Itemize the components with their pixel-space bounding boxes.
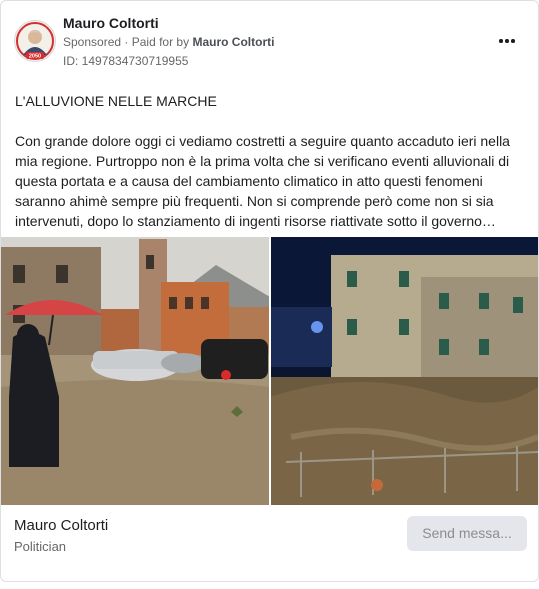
payer-name[interactable]: Mauro Coltorti [192, 35, 274, 49]
post-line: saranno ahimè sempre più frequenti. Non … [15, 193, 494, 209]
meta-separator: · [124, 35, 132, 49]
avatar-image: 2050 [15, 21, 55, 61]
flood-photo-left [1, 237, 270, 505]
sponsored-meta: Sponsored · Paid for by Mauro Coltorti [63, 35, 274, 49]
more-options-button[interactable] [491, 27, 523, 55]
ad-id: ID: 1497834730719955 [63, 54, 189, 68]
post-headline: L'ALLUVIONE NELLE MARCHE [15, 93, 217, 109]
post-media[interactable] [1, 237, 538, 505]
more-options-icon [498, 39, 516, 43]
footer-page-category: Politician [14, 539, 67, 554]
advertiser-name[interactable]: Mauro Coltorti [63, 15, 159, 31]
advertiser-avatar[interactable]: 2050 [14, 20, 56, 62]
paid-for-label: Paid for by [131, 35, 190, 49]
sponsored-label: Sponsored [63, 35, 122, 49]
post-line: Con grande dolore oggi ci vediamo costre… [15, 133, 510, 149]
post-line: questa portata e a causa del cambiamento… [15, 173, 483, 189]
avatar-badge-text: 2050 [29, 54, 41, 60]
footer-page-name[interactable]: Mauro Coltorti [14, 517, 108, 534]
post-line: intervenuti, dopo lo stanziamento di ing… [15, 213, 496, 229]
post-line: mia regione. Purtroppo non è la prima vo… [15, 153, 510, 169]
send-message-button[interactable]: Send messa... [407, 516, 527, 551]
post-text: L'ALLUVIONE NELLE MARCHE Con grande dolo… [15, 91, 525, 231]
flood-photo-right [270, 237, 538, 505]
sponsored-post-card: 2050 Mauro Coltorti Sponsored · Paid for… [0, 0, 539, 582]
flood-photo-collage [1, 237, 538, 505]
